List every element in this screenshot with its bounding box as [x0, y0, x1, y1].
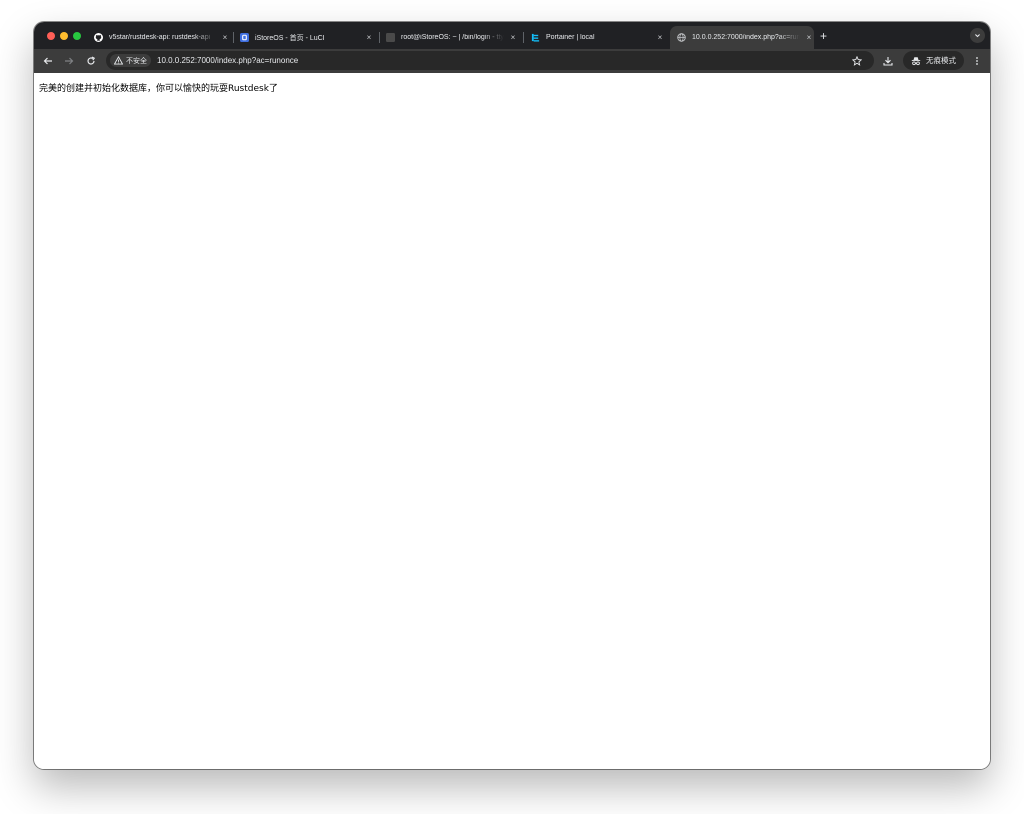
globe-icon [677, 33, 686, 42]
tab-title: v5star/rustdesk-api: rustdesk-api [109, 34, 211, 41]
tab-title: root@iStoreOS: ~ | /bin/login - ttyd [401, 34, 504, 41]
new-tab-button[interactable]: + [820, 29, 827, 43]
tab-close-icon[interactable]: × [655, 33, 665, 42]
arrow-left-icon [43, 57, 52, 65]
tab-separator [523, 32, 524, 43]
portainer-icon [531, 33, 540, 42]
tab-separator [379, 32, 380, 43]
arrow-right-icon [65, 57, 74, 65]
tab-search-button[interactable] [970, 28, 985, 43]
star-icon [852, 56, 862, 66]
tab-title: iStoreOS - 首页 - LuCI [255, 34, 325, 42]
forward-button[interactable] [62, 54, 76, 68]
page-content: 完美的创建并初始化数据库，你可以愉快的玩耍Rustdesk了 [34, 73, 990, 769]
chevron-down-icon [975, 34, 980, 38]
window-close-button[interactable] [47, 32, 55, 40]
tab-title: Portainer | local [546, 34, 595, 41]
incognito-chip[interactable]: 无痕模式 [903, 51, 964, 70]
more-vertical-icon [976, 57, 978, 65]
tab-istoreos[interactable]: iStoreOS - 首页 - LuCI × [240, 26, 374, 49]
github-icon [94, 33, 103, 42]
address-bar[interactable]: 不安全 10.0.0.252:7000/index.php?ac=runonce [106, 51, 874, 70]
browser-toolbar: 不安全 10.0.0.252:7000/index.php?ac=runonce… [34, 49, 990, 73]
url-text[interactable]: 10.0.0.252:7000/index.php?ac=runonce [157, 56, 298, 65]
reload-icon [87, 56, 96, 65]
downloads-button[interactable] [881, 54, 895, 68]
incognito-label: 无痕模式 [926, 56, 956, 65]
security-label: 不安全 [126, 57, 147, 65]
tab-github[interactable]: v5star/rustdesk-api: rustdesk-api × [94, 26, 230, 49]
tab-close-icon[interactable]: × [508, 33, 518, 42]
bookmark-button[interactable] [850, 54, 864, 68]
reload-button[interactable] [84, 54, 98, 68]
tab-title: 10.0.0.252:7000/index.php?ac=runonce [692, 34, 800, 41]
tab-strip: v5star/rustdesk-api: rustdesk-api × iSto… [34, 22, 990, 49]
istoreos-icon [240, 33, 249, 42]
warning-icon [114, 56, 123, 65]
tab-close-icon[interactable]: × [804, 33, 814, 42]
download-icon [883, 57, 893, 66]
tab-ttyd[interactable]: root@iStoreOS: ~ | /bin/login - ttyd × [386, 26, 518, 49]
window-minimize-button[interactable] [60, 32, 68, 40]
tab-separator [233, 32, 234, 43]
menu-button[interactable] [970, 54, 984, 68]
tab-portainer[interactable]: Portainer | local × [531, 26, 665, 49]
browser-window: v5star/rustdesk-api: rustdesk-api × iSto… [34, 22, 990, 769]
terminal-icon [386, 33, 395, 42]
incognito-icon [911, 56, 921, 65]
back-button[interactable] [41, 54, 55, 68]
window-zoom-button[interactable] [73, 32, 81, 40]
security-indicator[interactable]: 不安全 [110, 54, 151, 67]
tab-active-runonce[interactable]: 10.0.0.252:7000/index.php?ac=runonce × [670, 26, 814, 49]
tab-close-icon[interactable]: × [364, 33, 374, 42]
tab-close-icon[interactable]: × [220, 33, 230, 42]
success-message: 完美的创建并初始化数据库，你可以愉快的玩耍Rustdesk了 [39, 84, 278, 94]
